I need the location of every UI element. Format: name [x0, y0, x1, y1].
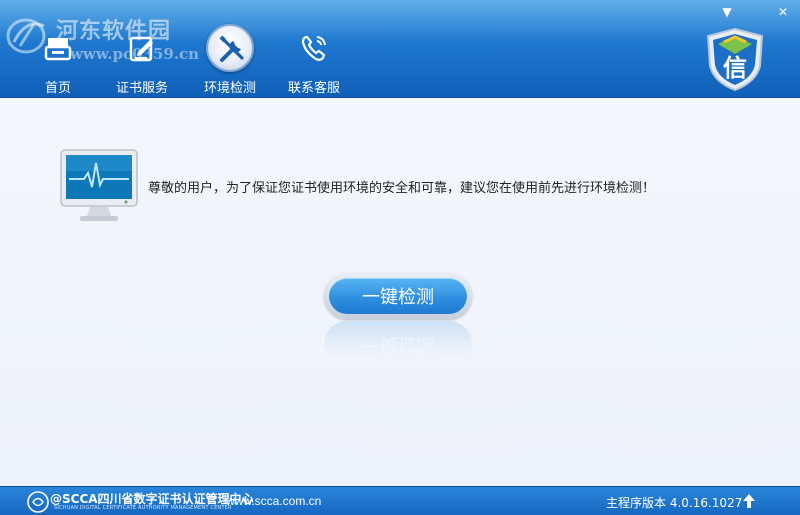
tools-icon — [206, 24, 254, 72]
footer-brand-english: SICHUAN DIGITAL CERTIFICATE AUTHORITY MA… — [54, 505, 232, 511]
program-version: 主程序版本 4.0.16.1027 — [606, 496, 743, 510]
nav-item-environment-check[interactable]: 环境检测 — [190, 22, 270, 98]
header-bar: 河东软件园 www.pc0359.cn 首页 证书服务 环境检测 联系客服 ▼ … — [0, 0, 800, 98]
footer-bar: @SCCA四川省数字证书认证管理中心 SICHUAN DIGITAL CERTI… — [0, 486, 800, 515]
check-button-reflection-text: 一键检测 — [324, 321, 472, 355]
nav-label-certificate-service: 证书服务 — [115, 81, 168, 96]
scca-logo-icon — [27, 491, 49, 513]
nav-label-environment-check: 环境检测 — [203, 81, 256, 96]
one-click-check-button[interactable]: 一键检测 — [329, 278, 467, 314]
monitor-heartbeat-icon — [60, 149, 138, 221]
nav-label-home: 首页 — [44, 81, 71, 96]
check-button-frame: 一键检测 — [324, 273, 472, 319]
home-icon — [34, 24, 82, 72]
phone-icon — [290, 24, 338, 72]
nav-item-home[interactable]: 首页 — [18, 22, 98, 98]
badge-text: 信 — [723, 54, 747, 82]
nav-item-contact-support[interactable]: 联系客服 — [274, 22, 354, 98]
footer-website-link[interactable]: www.scca.com.cn — [226, 494, 321, 508]
environment-check-notice: 尊敬的用户，为了保证您证书使用环境的安全和可靠，建议您在使用前先进行环境检测！ — [148, 181, 656, 196]
close-button[interactable]: ✕ — [772, 4, 794, 20]
nav-item-certificate-service[interactable]: 证书服务 — [102, 22, 182, 98]
main-content: 尊敬的用户，为了保证您证书使用环境的安全和可靠，建议您在使用前先进行环境检测！ … — [0, 99, 800, 486]
nav-label-contact-support: 联系客服 — [287, 81, 340, 96]
upgrade-arrow-icon[interactable] — [742, 493, 756, 509]
certificate-edit-icon — [118, 24, 166, 72]
menu-dropdown-button[interactable]: ▼ — [716, 4, 738, 20]
check-button-reflection: 一键检测 — [324, 321, 472, 355]
